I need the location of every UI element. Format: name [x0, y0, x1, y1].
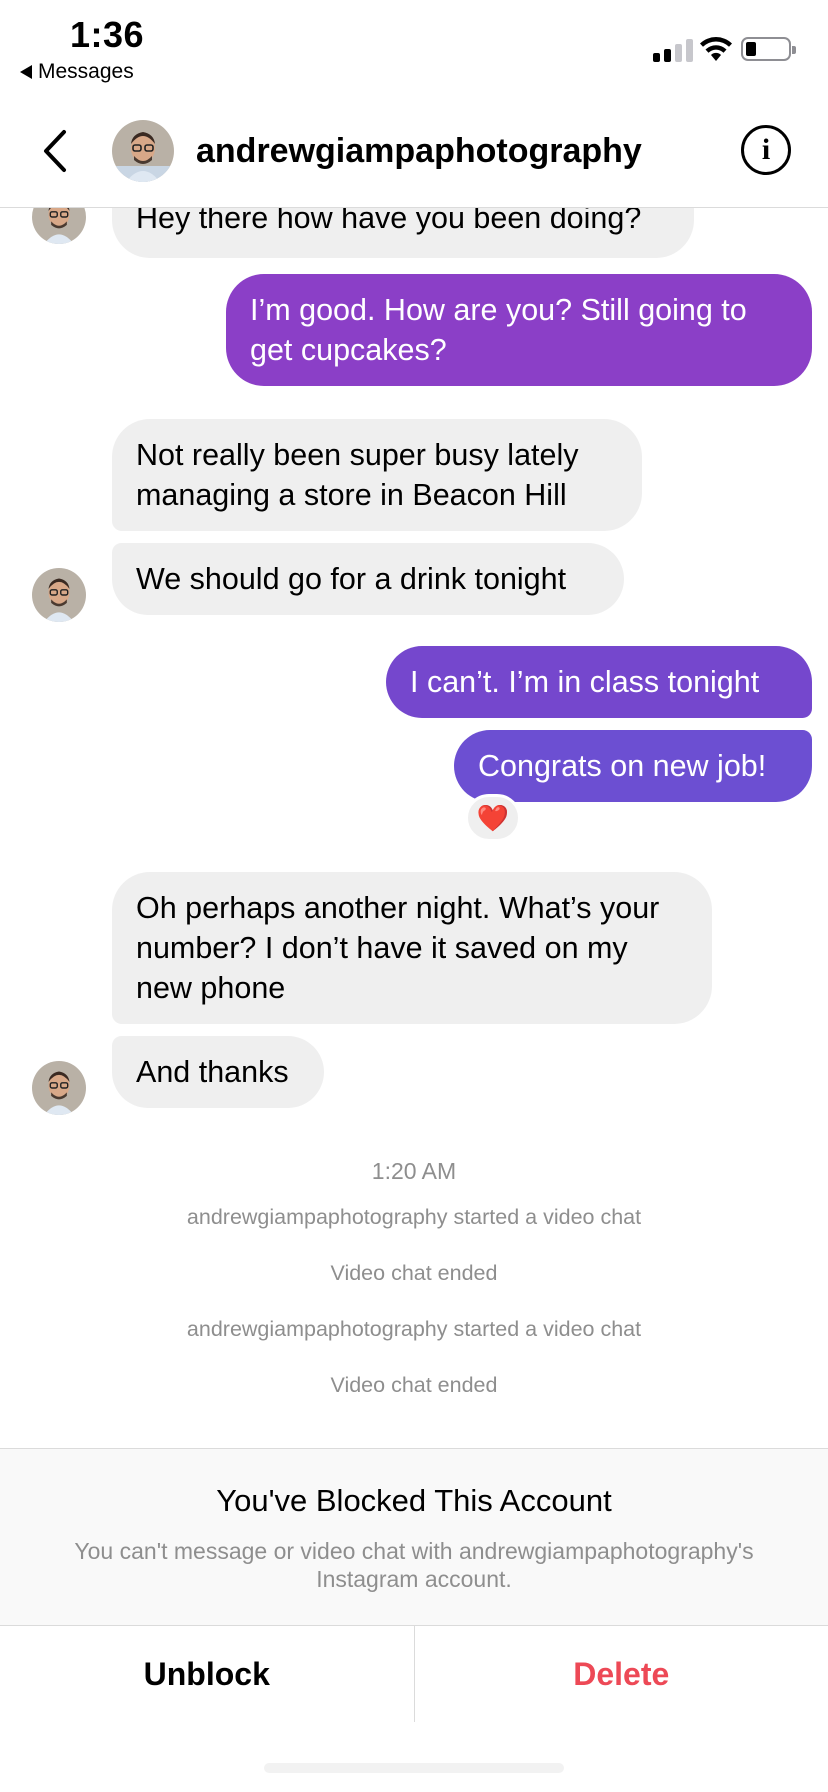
status-bar: 1:36 Messages	[0, 0, 828, 96]
delete-button[interactable]: Delete	[415, 1626, 828, 1722]
back-to-messages-link[interactable]: Messages	[20, 60, 134, 84]
system-event: andrewgiampaphotography started a video …	[186, 1317, 642, 1341]
sender-avatar[interactable]	[32, 208, 86, 244]
message-timestamp: 1:20 AM	[371, 1158, 457, 1184]
info-glyph: i	[761, 133, 771, 166]
unblock-button[interactable]: Unblock	[0, 1626, 415, 1722]
chevron-left-icon[interactable]	[38, 126, 74, 176]
sender-avatar[interactable]	[32, 1061, 86, 1115]
incoming-message[interactable]: Oh perhaps another night. What’s your nu…	[112, 872, 712, 1024]
blocked-description: You can't message or video chat with and…	[74, 1538, 754, 1592]
battery-icon	[741, 37, 796, 61]
incoming-message[interactable]: Hey there how have you been doing?	[112, 208, 694, 258]
info-icon[interactable]: i	[741, 125, 791, 175]
incoming-message[interactable]: We should go for a drink tonight	[112, 543, 624, 615]
wifi-icon	[700, 37, 732, 61]
blocked-account-panel: You've Blocked This Account You can't me…	[0, 1448, 828, 1626]
conversation-header: andrewgiampaphotography i	[0, 96, 828, 208]
outgoing-message[interactable]: I can’t. I’m in class tonight	[386, 646, 812, 718]
sender-avatar[interactable]	[32, 568, 86, 622]
status-time: 1:36	[70, 14, 145, 55]
home-indicator[interactable]	[264, 1763, 564, 1773]
back-triangle-icon	[20, 65, 32, 79]
avatar[interactable]	[112, 120, 174, 182]
outgoing-message[interactable]: Congrats on new job!	[454, 730, 812, 802]
heart-reaction-icon[interactable]: ❤️	[465, 794, 521, 842]
conversation-title[interactable]: andrewgiampaphotography	[196, 132, 642, 171]
incoming-message[interactable]: And thanks	[112, 1036, 324, 1108]
outgoing-message[interactable]: I’m good. How are you? Still going to ge…	[226, 274, 812, 386]
blocked-title: You've Blocked This Account	[216, 1483, 612, 1518]
message-thread[interactable]: Hey there how have you been doing? I’m g…	[0, 208, 828, 1448]
system-event: andrewgiampaphotography started a video …	[186, 1205, 642, 1229]
reaction-emoji: ❤️	[476, 802, 510, 833]
cellular-signal-icon	[653, 38, 693, 62]
back-to-messages-label: Messages	[38, 60, 134, 83]
incoming-message[interactable]: Not really been super busy lately managi…	[112, 419, 642, 531]
system-event: Video chat ended	[330, 1261, 498, 1285]
system-event: Video chat ended	[330, 1373, 498, 1397]
blocked-actions: Unblock Delete	[0, 1626, 828, 1722]
